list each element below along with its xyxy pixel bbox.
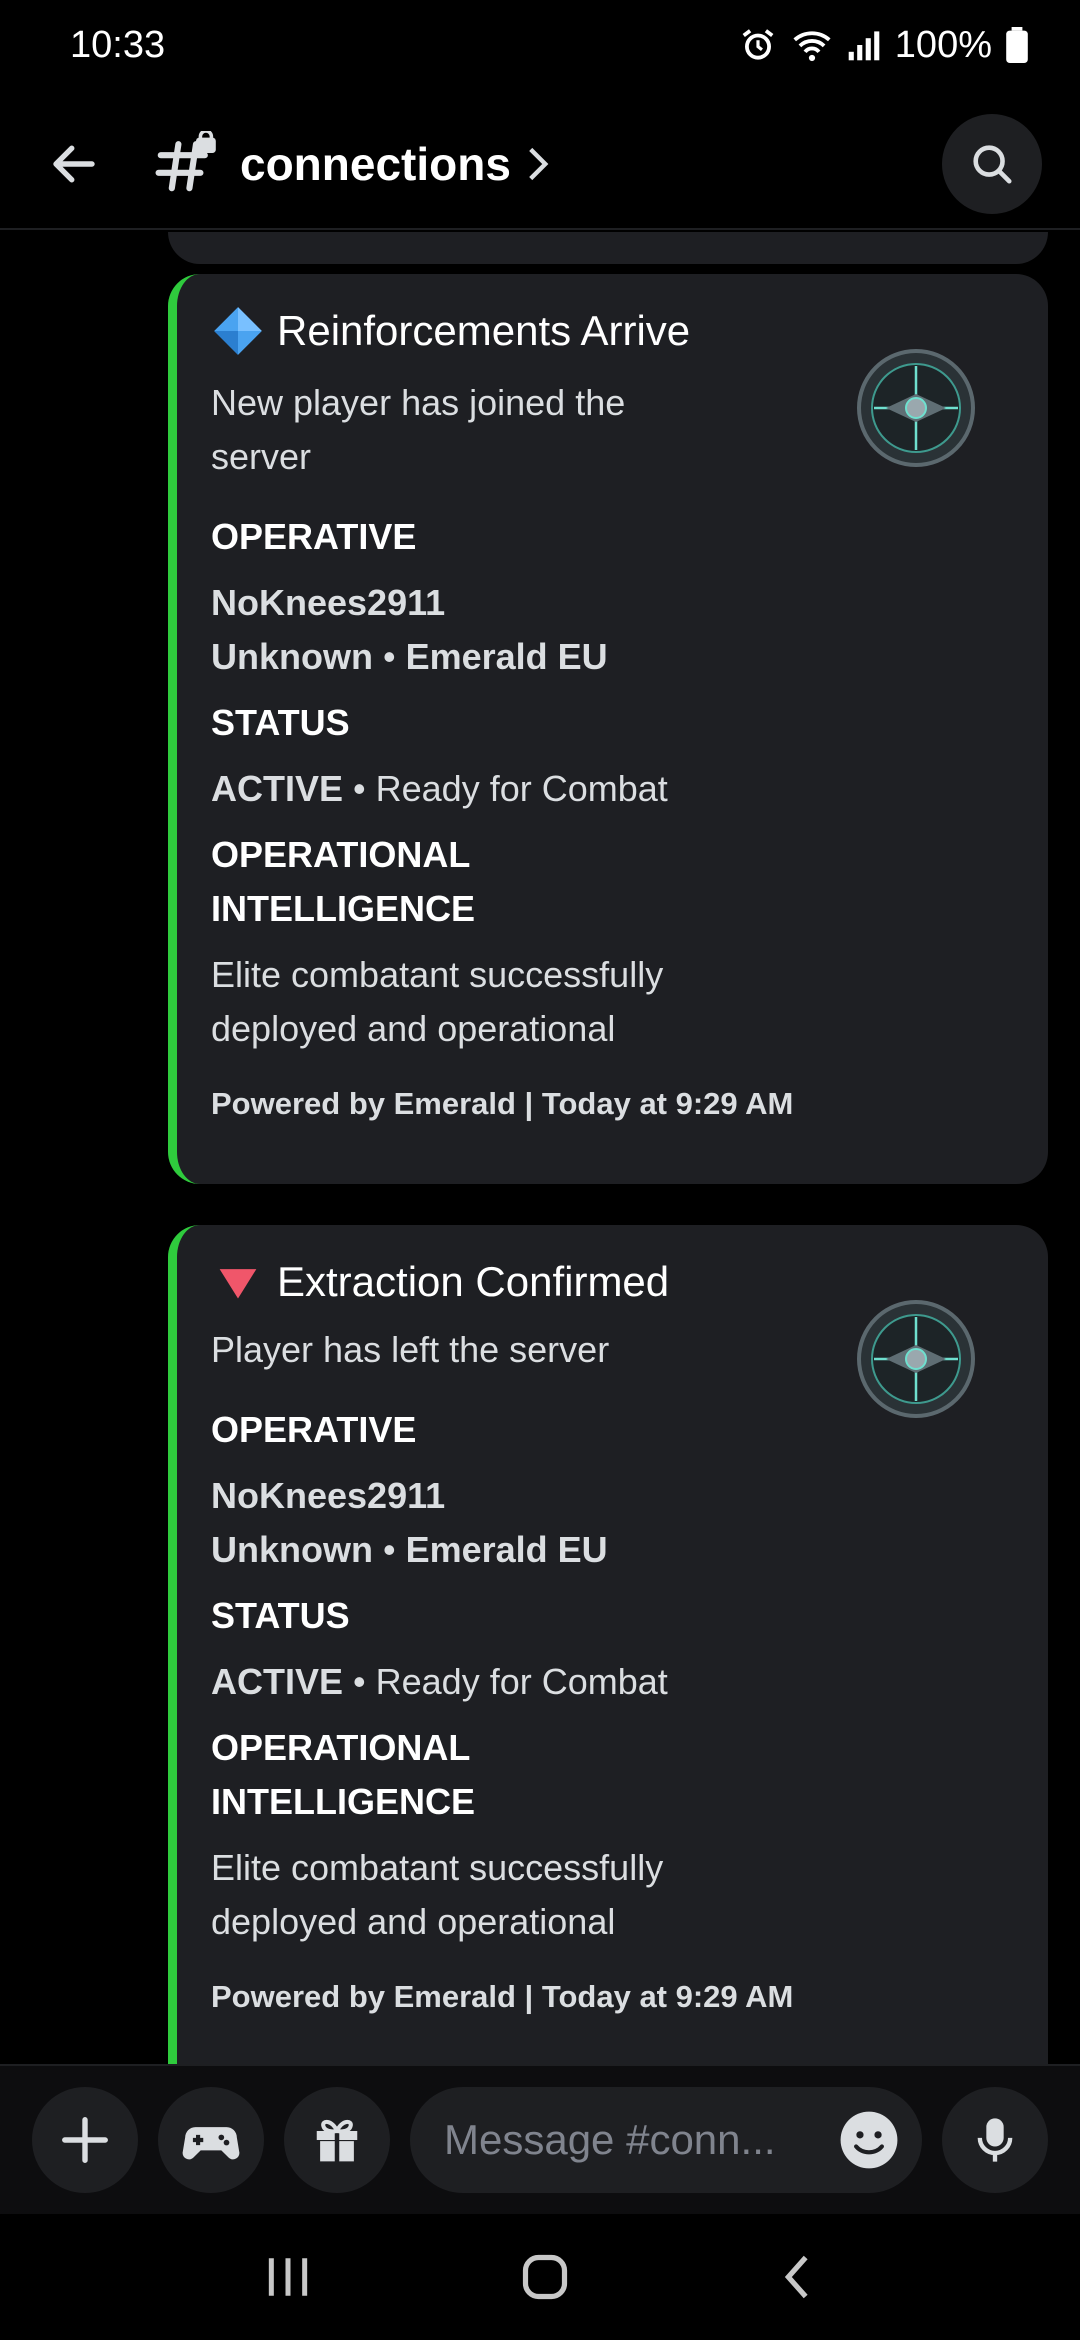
status-detail: Ready for Combat [375,768,668,809]
operative-rank: Unknown [211,636,373,677]
channel-name[interactable]: connections [240,137,511,191]
status-time: 10:33 [70,23,166,66]
message-list[interactable]: Reinforcements Arrive New player has joi… [0,232,1080,2064]
back-button[interactable] [34,124,114,204]
previous-embed [168,232,1048,264]
gift-button[interactable] [284,2087,390,2193]
message-composer [0,2064,1080,2214]
emoji-icon[interactable] [838,2109,900,2171]
operative-name: NoKnees2911 [211,582,446,623]
activities-button[interactable] [158,2087,264,2193]
status-icons: 100% [739,24,1028,67]
embed-description: New player has joined the server [211,382,626,477]
status-value: ACTIVE [211,1661,344,1702]
embed-footer: Powered by Emerald | Today at 9:29 AM [211,1979,794,2014]
voice-message-button[interactable] [942,2087,1048,2193]
microphone-icon [977,2118,1013,2162]
back-nav-icon[interactable] [777,2251,817,2303]
gift-icon [316,2119,358,2163]
arrow-left-icon [53,145,95,183]
emblem-thumbnail[interactable] [856,1299,976,1419]
field-operative-label: OPERATIVE [211,516,417,557]
field-intel-value: Elite combatant successfully deployed an… [211,1847,664,1942]
field-status-value: ACTIVE • Ready for Combat [211,1661,668,1702]
plus-icon [62,2117,108,2163]
recent-apps-icon[interactable] [263,2254,313,2300]
embed-footer: Powered by Emerald | Today at 9:29 AM [211,1086,794,1121]
embed-description: Player has left the server [211,1329,610,1370]
operative-rank: Unknown [211,1529,373,1570]
status-value: ACTIVE [211,768,344,809]
home-icon[interactable] [519,2251,571,2303]
message-input[interactable] [444,2116,804,2164]
status-detail: Ready for Combat [375,1661,668,1702]
system-nav-bar [0,2214,1080,2340]
blue-diamond-icon [211,304,265,358]
wifi-icon [793,31,831,62]
status-bar: 10:33 100% [0,0,1080,90]
alarm-icon [742,29,774,60]
add-attachment-button[interactable] [32,2087,138,2193]
emblem-thumbnail[interactable] [856,348,976,468]
field-status-label: STATUS [211,1595,350,1636]
search-button[interactable] [942,114,1042,214]
field-intel-label: OPERATIONAL INTELLIGENCE [211,834,476,929]
embed-card: Reinforcements Arrive New player has joi… [168,274,1048,1184]
embed-title-text: Extraction Confirmed [277,1258,670,1305]
search-icon [973,145,1012,184]
message-input-container [410,2087,922,2193]
channel-header: connections [0,100,1080,230]
battery-percent: 100% [894,23,992,66]
gamepad-icon [182,2127,240,2160]
operative-server: Emerald EU [405,1529,608,1570]
chevron-right-icon[interactable] [525,147,551,181]
field-status-value: ACTIVE • Ready for Combat [211,768,668,809]
red-triangle-down-icon [211,1255,265,1309]
operative-name: NoKnees2911 [211,1475,446,1516]
embed-card: Extraction Confirmed Player has left the… [168,1225,1048,2064]
battery-icon [1006,27,1028,63]
operative-server: Emerald EU [405,636,608,677]
signal-icon [848,31,880,61]
field-intel-label: OPERATIONAL INTELLIGENCE [211,1727,476,1822]
field-status-label: STATUS [211,702,350,743]
locked-channel-hash-icon [152,129,218,197]
field-operative-value: NoKnees2911 Unknown • Emerald EU [211,1475,608,1570]
embed-title-text: Reinforcements Arrive [277,307,691,354]
field-operative-value: NoKnees2911 Unknown • Emerald EU [211,582,608,677]
field-intel-value: Elite combatant successfully deployed an… [211,954,664,1049]
